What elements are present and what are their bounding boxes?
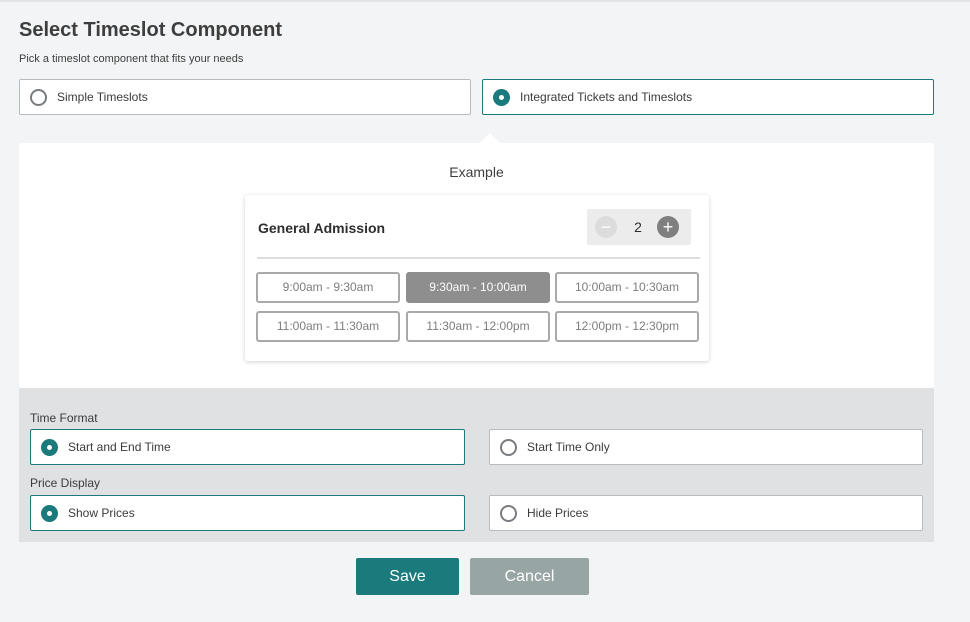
ticket-name: General Admission <box>258 220 386 236</box>
radio-selected-icon[interactable] <box>493 88 510 106</box>
price-display-label: Price Display <box>30 476 101 490</box>
quantity-value: 2 <box>634 219 642 235</box>
option-simple-timeslots[interactable]: Simple Timeslots <box>19 79 471 115</box>
option-start-time-only[interactable]: Start Time Only <box>489 429 923 465</box>
caret-pointer <box>480 133 500 143</box>
page-title: Select Timeslot Component <box>19 19 283 41</box>
radio-selected-icon[interactable] <box>41 438 58 456</box>
minus-icon[interactable]: − <box>595 216 617 238</box>
timeslot-button[interactable]: 11:00am - 11:30am <box>256 311 400 342</box>
card-divider <box>257 257 700 259</box>
option-label: Integrated Tickets and Timeslots <box>520 90 693 104</box>
option-hide-prices[interactable]: Hide Prices <box>489 495 923 531</box>
option-integrated-tickets[interactable]: Integrated Tickets and Timeslots <box>482 79 934 115</box>
example-panel: Example General Admission − 2 + 9:00am -… <box>19 143 934 388</box>
radio-icon[interactable] <box>500 504 517 522</box>
timeslot-button[interactable]: 10:00am - 10:30am <box>555 272 699 303</box>
timeslot-button[interactable]: 12:00pm - 12:30pm <box>555 311 699 342</box>
radio-icon[interactable] <box>30 88 47 106</box>
plus-icon[interactable]: + <box>657 216 679 238</box>
timeslot-button[interactable]: 11:30am - 12:00pm <box>406 311 550 342</box>
quantity-stepper: − 2 + <box>587 209 691 245</box>
radio-icon[interactable] <box>500 438 517 456</box>
top-divider <box>0 0 970 2</box>
option-show-prices[interactable]: Show Prices <box>30 495 465 531</box>
settings-panel: Time Format Start and End Time Start Tim… <box>19 388 934 542</box>
radio-selected-icon[interactable] <box>41 504 58 522</box>
save-button[interactable]: Save <box>356 558 459 595</box>
option-label: Simple Timeslots <box>57 90 148 104</box>
example-label: Example <box>449 164 504 180</box>
time-format-label: Time Format <box>30 411 98 425</box>
timeslot-button-selected[interactable]: 9:30am - 10:00am <box>406 272 550 303</box>
option-label: Show Prices <box>68 506 135 520</box>
option-start-end-time[interactable]: Start and End Time <box>30 429 465 465</box>
page-subtitle: Pick a timeslot component that fits your… <box>19 53 244 65</box>
ticket-card: General Admission − 2 + 9:00am - 9:30am … <box>245 195 709 361</box>
timeslot-button[interactable]: 9:00am - 9:30am <box>256 272 400 303</box>
cancel-button[interactable]: Cancel <box>470 558 589 595</box>
option-label: Hide Prices <box>527 506 589 520</box>
option-label: Start Time Only <box>527 440 610 454</box>
option-label: Start and End Time <box>68 440 171 454</box>
